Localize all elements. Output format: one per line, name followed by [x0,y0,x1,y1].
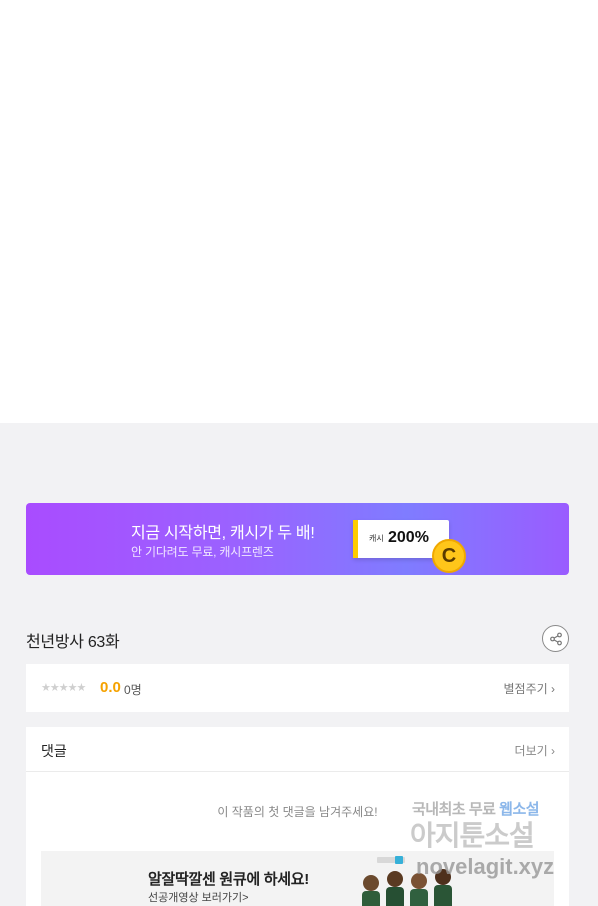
comments-empty-message: 이 작품의 첫 댓글을 남겨주세요! [217,805,378,819]
cash-card-label: 캐시 [369,534,384,543]
rate-button[interactable]: 별점주기 › [504,680,556,697]
rating-value: 0.0 [100,679,121,696]
comments-more-button[interactable]: 더보기 › [515,742,555,759]
coin-icon: C [432,539,466,573]
ad-link[interactable]: 선공개영상 보러가기> [148,889,249,905]
banner-subtext: 안 기다려도 무료, 캐시프렌즈 [131,545,274,559]
coin-letter: C [441,544,457,567]
share-icon [549,632,562,645]
ad-illustration [351,853,461,906]
content-blank-area [0,0,598,423]
episode-title: 천년방사 63화 [26,634,120,651]
comments-title: 댓글 [41,743,67,759]
ad-banner[interactable]: 알잘딱깔센 원큐에 하세요! 선공개영상 보러가기> [41,851,554,906]
cash-card-value: 200% [388,529,429,546]
share-button[interactable] [542,625,569,652]
comments-header: 댓글 더보기 › [26,727,569,772]
rating-count: 0명 [124,683,142,697]
star-rating-icon: ★★★★★ [41,682,86,694]
cash-promo-banner[interactable]: 지금 시작하면, 캐시가 두 배! 안 기다려도 무료, 캐시프렌즈 캐시 20… [26,503,569,575]
rating-card: ★★★★★ 0.0 0명 별점주기 › [26,664,569,712]
comments-section: 댓글 더보기 › 이 작품의 첫 댓글을 남겨주세요! 알잘딱깔센 원큐에 하세… [26,727,569,906]
ad-headline: 알잘딱깔센 원큐에 하세요! [148,871,309,888]
banner-headline: 지금 시작하면, 캐시가 두 배! [131,525,315,542]
